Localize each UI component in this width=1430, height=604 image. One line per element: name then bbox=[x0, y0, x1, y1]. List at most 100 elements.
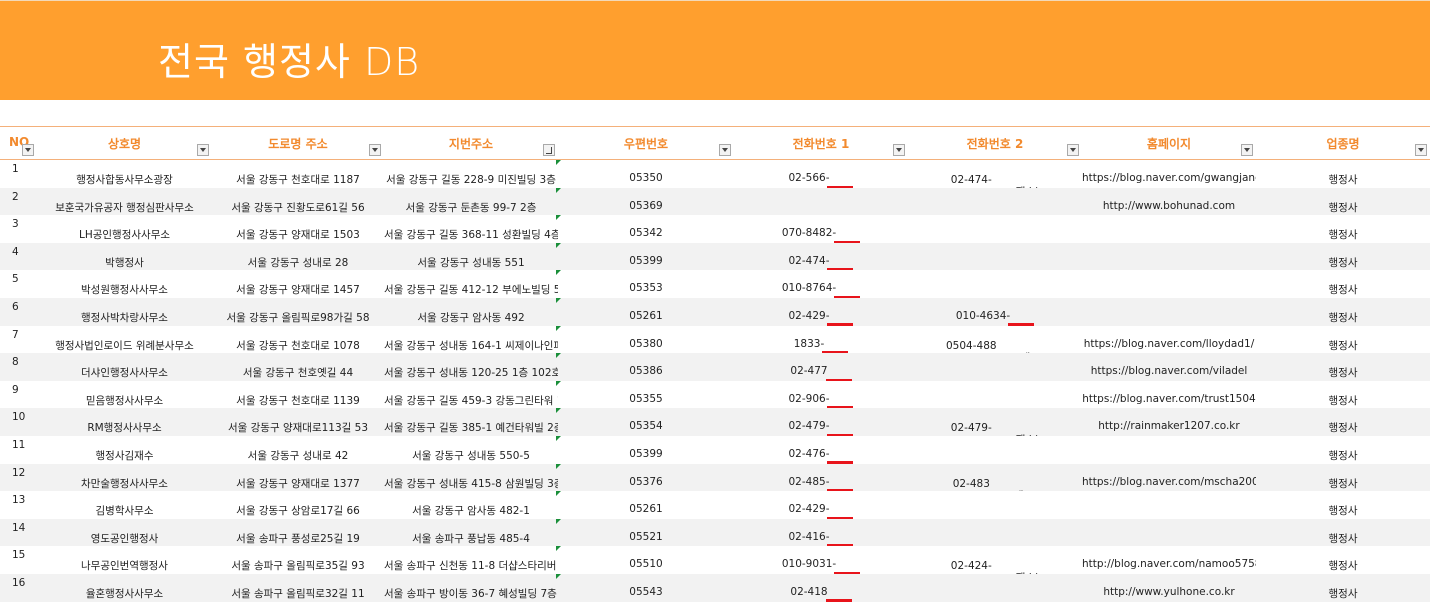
table-cell-type[interactable]: 행정사 bbox=[1256, 160, 1430, 188]
table-cell-no[interactable]: 4 bbox=[0, 243, 37, 271]
table-cell-home[interactable] bbox=[1082, 436, 1256, 464]
table-cell-tel2[interactable]: 02-479-팩스) bbox=[908, 408, 1082, 436]
table-cell-zip[interactable]: 05354 bbox=[558, 408, 734, 436]
table-cell-home[interactable]: http://blog.naver.com/namoo5758 bbox=[1082, 546, 1256, 574]
table-cell-jibun[interactable]: 서울 강동구 길동 412-12 부에노빌딩 5층 bbox=[384, 270, 558, 298]
table-cell-no[interactable]: 2 bbox=[0, 188, 37, 216]
table-cell-type[interactable]: 행정사 bbox=[1256, 436, 1430, 464]
table-cell-tel1[interactable]: 02-416- bbox=[734, 519, 908, 547]
table-cell-home[interactable]: https://blog.naver.com/gwangjangac bbox=[1082, 160, 1256, 188]
table-cell-zip[interactable]: 05399 bbox=[558, 436, 734, 464]
table-cell-tel2[interactable] bbox=[908, 519, 1082, 547]
table-cell-home[interactable] bbox=[1082, 519, 1256, 547]
table-cell-type[interactable]: 행정사 bbox=[1256, 464, 1430, 492]
table-cell-no[interactable]: 9 bbox=[0, 381, 37, 409]
filter-dropdown-icon[interactable] bbox=[1415, 144, 1427, 156]
table-cell-zip[interactable]: 05543 bbox=[558, 574, 734, 602]
table-cell-no[interactable]: 15 bbox=[0, 546, 37, 574]
table-cell-road[interactable]: 서울 송파구 풍성로25길 19 bbox=[212, 519, 384, 547]
table-cell-road[interactable]: 서울 강동구 천호대로 1139 bbox=[212, 381, 384, 409]
table-cell-name[interactable]: 나무공인번역행정사 bbox=[37, 546, 212, 574]
table-cell-tel2[interactable]: 02-424-팩스) bbox=[908, 546, 1082, 574]
table-cell-home[interactable]: https://blog.naver.com/mscha2000 bbox=[1082, 464, 1256, 492]
table-cell-name[interactable]: 보훈국가유공자 행정심판사무소 bbox=[37, 188, 212, 216]
table-cell-name[interactable]: 행정사합동사무소광장 bbox=[37, 160, 212, 188]
table-cell-type[interactable]: 행정사 bbox=[1256, 381, 1430, 409]
table-cell-road[interactable]: 서울 송파구 올림픽로35길 93 bbox=[212, 546, 384, 574]
table-cell-tel2[interactable]: 02-483팩스) bbox=[908, 464, 1082, 492]
table-cell-zip[interactable]: 05376 bbox=[558, 464, 734, 492]
filter-dropdown-icon[interactable] bbox=[197, 144, 209, 156]
table-cell-type[interactable]: 행정사 bbox=[1256, 408, 1430, 436]
table-cell-type[interactable]: 행정사 bbox=[1256, 298, 1430, 326]
table-cell-zip[interactable]: 05399 bbox=[558, 243, 734, 271]
table-cell-home[interactable]: http://www.bohunad.com bbox=[1082, 188, 1256, 216]
table-cell-tel2[interactable] bbox=[908, 270, 1082, 298]
table-cell-road[interactable]: 서울 강동구 성내로 28 bbox=[212, 243, 384, 271]
table-cell-name[interactable]: 영도공인행정사 bbox=[37, 519, 212, 547]
table-cell-home[interactable] bbox=[1082, 270, 1256, 298]
table-cell-type[interactable]: 행정사 bbox=[1256, 491, 1430, 519]
table-cell-road[interactable]: 서울 강동구 천호옛길 44 bbox=[212, 353, 384, 381]
table-cell-tel2[interactable] bbox=[908, 574, 1082, 602]
table-cell-tel2[interactable]: 010-4634- bbox=[908, 298, 1082, 326]
table-cell-tel2[interactable]: 02-474-팩스) bbox=[908, 160, 1082, 188]
table-cell-zip[interactable]: 05510 bbox=[558, 546, 734, 574]
table-cell-tel1[interactable]: 02-418 bbox=[734, 574, 908, 602]
table-cell-no[interactable]: 13 bbox=[0, 491, 37, 519]
filter-dropdown-icon[interactable] bbox=[1067, 144, 1079, 156]
table-cell-tel1[interactable]: 010-9031- bbox=[734, 546, 908, 574]
table-cell-jibun[interactable]: 서울 강동구 성내동 164-1 씨제이나인파크 bbox=[384, 326, 558, 354]
table-cell-no[interactable]: 14 bbox=[0, 519, 37, 547]
table-cell-jibun[interactable]: 서울 강동구 길동 228-9 미진빌딩 3층 bbox=[384, 160, 558, 188]
table-cell-type[interactable]: 행정사 bbox=[1256, 546, 1430, 574]
table-cell-tel2[interactable]: 0504-488팩스) bbox=[908, 326, 1082, 354]
table-cell-tel2[interactable] bbox=[908, 491, 1082, 519]
table-cell-no[interactable]: 8 bbox=[0, 353, 37, 381]
table-cell-tel1[interactable]: 02-474- bbox=[734, 243, 908, 271]
table-cell-name[interactable]: 더샤인행정사사무소 bbox=[37, 353, 212, 381]
table-cell-tel2[interactable] bbox=[908, 188, 1082, 216]
table-cell-name[interactable]: 믿음행정사사무소 bbox=[37, 381, 212, 409]
table-cell-type[interactable]: 행정사 bbox=[1256, 188, 1430, 216]
table-cell-home[interactable]: https://blog.naver.com/lloydad1/ bbox=[1082, 326, 1256, 354]
table-cell-no[interactable]: 6 bbox=[0, 298, 37, 326]
table-cell-jibun[interactable]: 서울 송파구 방이동 36-7 혜성빌딩 7층 B bbox=[384, 574, 558, 602]
table-cell-name[interactable]: 김병학사무소 bbox=[37, 491, 212, 519]
table-cell-zip[interactable]: 05261 bbox=[558, 491, 734, 519]
table-cell-tel1[interactable]: 02-477 bbox=[734, 353, 908, 381]
table-cell-no[interactable]: 12 bbox=[0, 464, 37, 492]
table-cell-road[interactable]: 서울 강동구 천호대로 1078 bbox=[212, 326, 384, 354]
table-cell-zip[interactable]: 05386 bbox=[558, 353, 734, 381]
table-cell-zip[interactable]: 05380 bbox=[558, 326, 734, 354]
table-cell-home[interactable] bbox=[1082, 491, 1256, 519]
table-cell-no[interactable]: 10 bbox=[0, 408, 37, 436]
table-cell-tel2[interactable] bbox=[908, 243, 1082, 271]
table-cell-tel2[interactable] bbox=[908, 215, 1082, 243]
table-cell-home[interactable]: https://blog.naver.com/viladel bbox=[1082, 353, 1256, 381]
table-cell-jibun[interactable]: 서울 강동구 성내동 120-25 1층 102호 bbox=[384, 353, 558, 381]
table-cell-tel2[interactable] bbox=[908, 381, 1082, 409]
table-cell-name[interactable]: 박성원행정사사무소 bbox=[37, 270, 212, 298]
table-cell-jibun[interactable]: 서울 강동구 성내동 551 bbox=[384, 243, 558, 271]
spreadsheet[interactable]: NO 상호명 도로명 주소 지번주소 우편번호 전화번호 1 전화번호 2 홈페이지 업종명 1… bbox=[0, 126, 1430, 602]
table-cell-zip[interactable]: 05353 bbox=[558, 270, 734, 298]
table-cell-tel1[interactable]: 02-566- bbox=[734, 160, 908, 188]
table-cell-jibun[interactable]: 서울 강동구 성내동 550-5 bbox=[384, 436, 558, 464]
table-cell-type[interactable]: 행정사 bbox=[1256, 519, 1430, 547]
table-cell-zip[interactable]: 05355 bbox=[558, 381, 734, 409]
table-cell-zip[interactable]: 05342 bbox=[558, 215, 734, 243]
table-cell-jibun[interactable]: 서울 강동구 길동 385-1 예건타워빌 2층 2 bbox=[384, 408, 558, 436]
table-cell-road[interactable]: 서울 강동구 올림픽로98가길 58 bbox=[212, 298, 384, 326]
table-cell-home[interactable]: https://blog.naver.com/trust1504 bbox=[1082, 381, 1256, 409]
table-cell-jibun[interactable]: 서울 강동구 암사동 492 bbox=[384, 298, 558, 326]
table-cell-jibun[interactable]: 서울 송파구 신천동 11-8 더샵스타리버 B1 bbox=[384, 546, 558, 574]
table-cell-no[interactable]: 3 bbox=[0, 215, 37, 243]
table-cell-name[interactable]: 박행정사 bbox=[37, 243, 212, 271]
table-cell-tel1[interactable]: 02-479- bbox=[734, 408, 908, 436]
table-cell-name[interactable]: 행정사김재수 bbox=[37, 436, 212, 464]
table-cell-tel1[interactable]: 02-476- bbox=[734, 436, 908, 464]
table-cell-road[interactable]: 서울 강동구 양재대로113길 53 bbox=[212, 408, 384, 436]
table-cell-type[interactable]: 행정사 bbox=[1256, 574, 1430, 602]
table-cell-type[interactable]: 행정사 bbox=[1256, 353, 1430, 381]
